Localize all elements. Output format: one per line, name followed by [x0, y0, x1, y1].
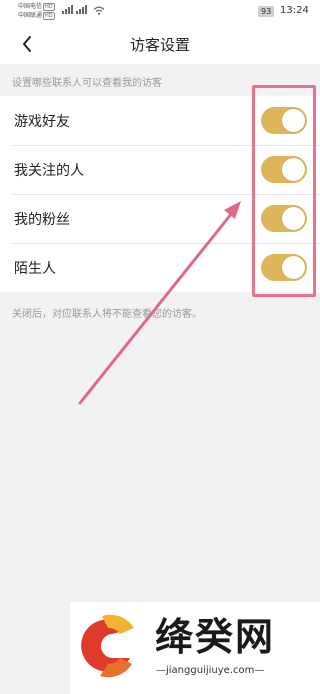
signal-icon-2 [76, 5, 87, 14]
page-title: 访客设置 [129, 36, 190, 54]
battery-indicator: 93 [258, 6, 275, 17]
setting-label: 游戏好友 [14, 114, 70, 130]
setting-label: 我关注的人 [14, 163, 84, 179]
wifi-icon [93, 6, 105, 15]
hd-badge-2: HD [43, 12, 55, 20]
setting-label: 陌生人 [14, 261, 56, 277]
hd-badge-1: HD [43, 3, 55, 11]
carrier-2: 中国联通 [18, 12, 43, 19]
watermark-name: 绛癸网 [155, 615, 276, 659]
carrier-info: 中国电信 HD 中国联通 HD [18, 2, 55, 20]
nav-bar: 访客设置 [0, 24, 320, 64]
brand-logo-icon [81, 614, 134, 678]
setting-label: 我的粉丝 [14, 212, 70, 228]
watermark-url: —jiangguijiuye.com— [156, 665, 265, 676]
status-time: 13:24 [280, 5, 309, 16]
carrier-1: 中国电信 [18, 3, 43, 10]
footer-hint: 关闭后，对应联系人将不能查看您的访客。 [12, 309, 202, 320]
watermark: 绛癸网 —jiangguijiuye.com— [70, 602, 320, 694]
section-hint: 设置哪些联系人可以查看我的访客 [12, 78, 162, 89]
signal-icon-1 [62, 5, 73, 14]
highlight-box [252, 85, 316, 297]
status-bar: 中国电信 HD 中国联通 HD 93 13:24 [0, 0, 320, 24]
